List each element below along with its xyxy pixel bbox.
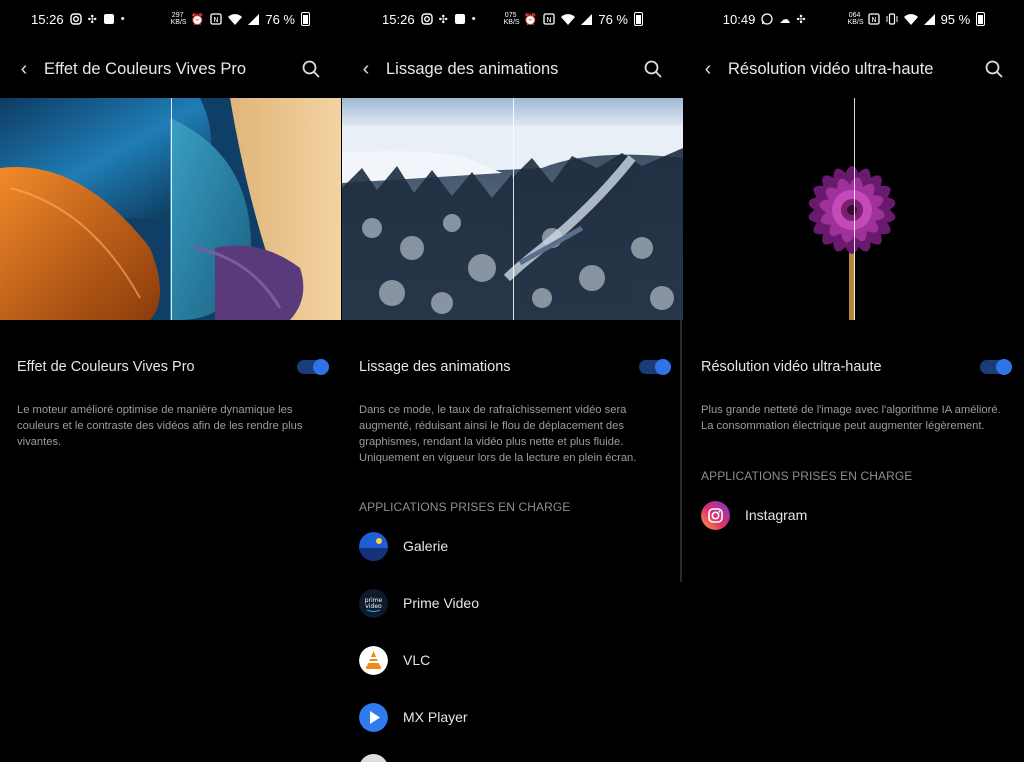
nfc-icon: N [867, 13, 880, 25]
weather-notification-icon: ☁ [779, 13, 791, 26]
feathers-preview-image [0, 98, 341, 320]
wifi-icon [561, 13, 576, 25]
back-button[interactable]: ‹ [688, 58, 728, 81]
back-button[interactable]: ‹ [346, 58, 386, 81]
panel-ultra-hd-video: 10:49 ☁ ✣ 064 KB/S N 95 % ‹ Résolution vi… [684, 0, 1024, 762]
comparison-divider[interactable] [512, 98, 514, 320]
battery-percent: 76 % [265, 11, 295, 27]
whatsapp-notification-icon [761, 13, 773, 25]
app-item-instagram[interactable]: Instagram [701, 499, 807, 531]
battery-icon [300, 12, 310, 26]
app-item-mx-player[interactable]: MX Player [359, 701, 468, 733]
app-notification-icon [454, 13, 466, 25]
svg-text:N: N [547, 16, 552, 24]
feature-toggle[interactable] [297, 359, 329, 375]
search-icon[interactable] [976, 60, 1012, 78]
panel-motion-smoothing: 15:26 ✣ • 075 KB/S ⏰ N 76 % ‹ Lissage des… [342, 0, 683, 762]
setting-description: Le moteur amélioré optimise de manière d… [17, 404, 303, 448]
supported-apps-header: APPLICATIONS PRISES EN CHARGE [359, 500, 571, 514]
nfc-icon: N [210, 13, 222, 25]
page-title: Résolution vidéo ultra-haute [728, 59, 934, 78]
svg-text:video: video [365, 603, 382, 610]
app-bar: ‹ Résolution vidéo ultra-haute [684, 48, 1024, 90]
battery-percent: 76 % [598, 11, 628, 27]
app-bar: ‹ Lissage des animations [342, 48, 683, 90]
setting-description: Dans ce mode, le taux de rafraîchissemen… [359, 404, 637, 464]
status-bar: 10:49 ☁ ✣ 064 KB/S N 95 % [684, 0, 1024, 38]
feature-toggle[interactable] [639, 359, 671, 375]
setting-label: Lissage des animations [359, 359, 511, 375]
status-bar: 15:26 ✣ • 297 KB/S ⏰ N 76 % [0, 0, 341, 38]
supported-apps-header: APPLICATIONS PRISES EN CHARGE [701, 469, 913, 483]
page-title: Lissage des animations [386, 59, 559, 78]
page-title: Effet de Couleurs Vives Pro [44, 59, 247, 78]
status-bar: 15:26 ✣ • 075 KB/S ⏰ N 76 % [342, 0, 683, 38]
network-speed: 297 KB/S [170, 12, 187, 26]
instagram-notification-icon [420, 13, 433, 25]
vibrate-icon [886, 13, 898, 25]
setting-row[interactable]: Effet de Couleurs Vives Pro [0, 352, 341, 382]
app-name: MX Player [403, 709, 468, 725]
search-icon[interactable] [635, 60, 671, 78]
wifi-icon [228, 13, 243, 25]
setting-row[interactable]: Résolution vidéo ultra-haute [684, 352, 1024, 382]
app-item-prime-video[interactable]: prime video Prime Video [359, 587, 479, 619]
battery-icon [976, 12, 986, 26]
alarm-icon: ⏰ [190, 13, 205, 26]
gallery-icon [359, 531, 388, 561]
search-icon[interactable] [293, 60, 329, 78]
status-time: 15:26 [31, 11, 64, 27]
battery-percent: 95 % [940, 11, 971, 27]
app-item-vlc[interactable]: VLC [359, 644, 430, 676]
network-speed: 064 KB/S [847, 12, 864, 26]
fan-notification-icon: ✣ [438, 13, 448, 26]
comparison-divider[interactable] [854, 98, 855, 320]
signal-icon [581, 13, 593, 25]
prime-video-icon: prime video [359, 588, 388, 618]
app-notification-icon [103, 13, 115, 25]
mx-player-icon [359, 702, 388, 732]
instagram-icon [701, 500, 730, 530]
app-name: Prime Video [403, 595, 480, 611]
more-dot-icon: • [120, 13, 125, 25]
signal-icon [248, 13, 260, 25]
dahlia-preview-image [684, 98, 1024, 320]
alarm-icon: ⏰ [523, 13, 538, 26]
comparison-divider[interactable] [170, 98, 172, 320]
snowy-forest-preview-image [342, 98, 683, 320]
fan-notification-icon: ✣ [796, 13, 806, 26]
fan-notification-icon: ✣ [87, 13, 97, 26]
nfc-icon: N [543, 13, 555, 25]
back-button[interactable]: ‹ [4, 58, 44, 81]
status-time: 15:26 [382, 11, 415, 27]
app-name: Instagram [745, 507, 808, 523]
battery-icon [633, 12, 643, 26]
panel-vivid-colors: 15:26 ✣ • 297 KB/S ⏰ N 76 % ‹ Effet de Co… [0, 0, 341, 762]
app-name: Galerie [403, 538, 449, 554]
app-item-partial[interactable] [359, 752, 403, 762]
svg-text:N: N [871, 16, 876, 24]
feature-toggle[interactable] [980, 359, 1012, 375]
svg-text:N: N [214, 16, 219, 24]
app-name: VLC [403, 652, 431, 668]
setting-label: Résolution vidéo ultra-haute [701, 359, 882, 375]
setting-label: Effet de Couleurs Vives Pro [17, 359, 195, 375]
setting-row[interactable]: Lissage des animations [342, 352, 683, 382]
app-item-galerie[interactable]: Galerie [359, 530, 448, 562]
network-speed: 075 KB/S [503, 12, 520, 26]
app-icon [359, 753, 388, 762]
wifi-icon [903, 13, 918, 25]
app-bar: ‹ Effet de Couleurs Vives Pro [0, 48, 341, 90]
vlc-icon [359, 645, 388, 675]
instagram-notification-icon [69, 13, 82, 25]
setting-description: Plus grande netteté de l'image avec l'al… [701, 404, 1001, 432]
more-dot-icon: • [471, 13, 476, 25]
status-time: 10:49 [722, 11, 756, 27]
signal-icon [923, 13, 935, 25]
scroll-indicator [680, 320, 682, 582]
